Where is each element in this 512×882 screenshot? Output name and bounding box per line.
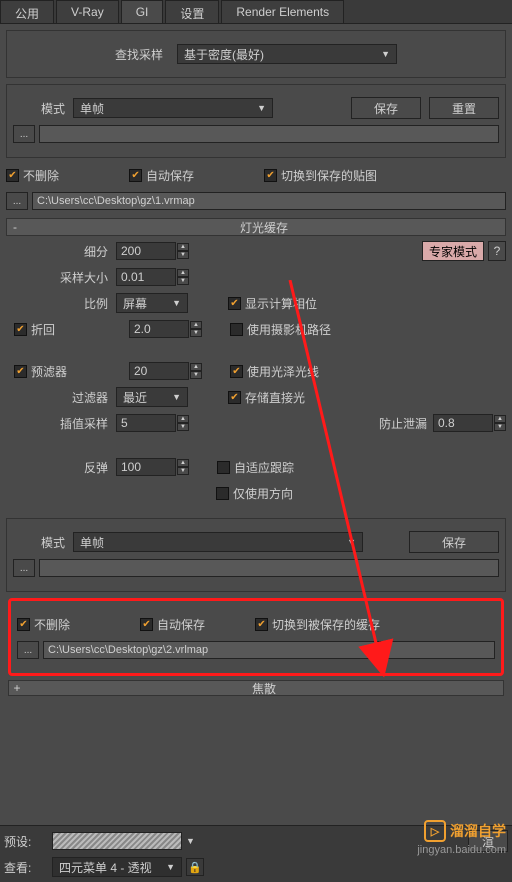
spinner-buttons[interactable]: ▲▼ [177, 269, 189, 285]
highlight-box: ✔ 不删除 ✔ 自动保存 ✔ 切换到被保存的缓存 ... C:\Users\cc… [8, 598, 504, 676]
autosave2-path: C:\Users\cc\Desktop\gz\2.vrlmap [43, 641, 495, 659]
scale-dropdown[interactable]: 屏幕▼ [116, 293, 188, 313]
section-title: 灯光缓存 [23, 219, 505, 236]
tab-common[interactable]: 公用 [0, 0, 54, 23]
switch2-label: 切换到被保存的缓存 [272, 616, 380, 633]
mode2-dropdown[interactable]: 单帧 ▼ [73, 532, 363, 552]
retrace-input[interactable]: 2.0 [129, 320, 189, 338]
sampsz-input[interactable]: 0.01 [116, 268, 176, 286]
render-button[interactable]: 渲 [468, 830, 508, 852]
spinner-buttons[interactable]: ▲▼ [190, 321, 202, 337]
retrace-label: 折回 [31, 321, 115, 338]
mode1-label: 模式 [13, 100, 73, 117]
tab-gi[interactable]: GI [121, 0, 164, 23]
bounce-label: 反弹 [6, 459, 116, 476]
switch-label: 切换到保存的贴图 [281, 167, 377, 184]
mode1-value: 单帧 [80, 100, 104, 117]
filter-dropdown[interactable]: 最近▼ [116, 387, 188, 407]
prefilter-input[interactable]: 20 [129, 362, 189, 380]
tab-settings[interactable]: 设置 [165, 0, 219, 23]
section-caustics-title: 焦散 [25, 680, 503, 697]
only-label: 仅使用方向 [233, 485, 293, 502]
spinner-buttons[interactable]: ▲▼ [494, 415, 506, 431]
retrace-checkbox[interactable]: ✔ [14, 323, 27, 336]
usecam-checkbox[interactable]: ✔ [230, 323, 243, 336]
spinner-buttons[interactable]: ▲▼ [177, 243, 189, 259]
chevron-down-icon: ▼ [381, 49, 390, 59]
save-button[interactable]: 保存 [351, 97, 421, 119]
mode2-label: 模式 [13, 534, 73, 551]
search-value: 基于密度(最好) [184, 46, 264, 63]
expand-icon: + [9, 681, 25, 695]
only-checkbox[interactable]: ✔ [216, 487, 229, 500]
collapse-icon: - [7, 220, 23, 234]
interp-input[interactable]: 5 [116, 414, 176, 432]
search-label: 查找采样 [115, 46, 171, 63]
showphase-label: 显示计算相位 [245, 295, 317, 312]
chevron-down-icon: ▼ [186, 836, 195, 846]
tab-render-elements[interactable]: Render Elements [221, 0, 344, 23]
mode1-dropdown[interactable]: 单帧 ▼ [73, 98, 273, 118]
chevron-down-icon: ▼ [172, 392, 181, 402]
autosave-path: C:\Users\cc\Desktop\gz\1.vrmap [32, 192, 506, 210]
spinner-buttons[interactable]: ▲▼ [177, 415, 189, 431]
autosave-checkbox[interactable]: ✔ [129, 169, 142, 182]
interp-label: 插值采样 [6, 415, 116, 432]
leak-label: 防止泄漏 [379, 415, 427, 432]
storedir-checkbox[interactable]: ✔ [228, 391, 241, 404]
spinner-buttons[interactable]: ▲▼ [190, 363, 202, 379]
chevron-down-icon: ▼ [347, 537, 356, 547]
reset-button[interactable]: 重置 [429, 97, 499, 119]
showphase-checkbox[interactable]: ✔ [228, 297, 241, 310]
bounce-input[interactable]: 100 [116, 458, 176, 476]
section-light-cache[interactable]: - 灯光缓存 [6, 218, 506, 236]
search-dropdown[interactable]: 基于密度(最好) ▼ [177, 44, 397, 64]
switch2-checkbox[interactable]: ✔ [255, 618, 268, 631]
scale-label: 比例 [6, 295, 116, 312]
save2-button[interactable]: 保存 [409, 531, 499, 553]
leak-input[interactable]: 0.8 [433, 414, 493, 432]
sampsz-label: 采样大小 [6, 269, 116, 286]
spinner-buttons[interactable]: ▲▼ [177, 459, 189, 475]
expert-mode-button[interactable]: 专家模式 [422, 241, 484, 261]
help-button[interactable]: ? [488, 241, 506, 261]
keep2-label: 不删除 [34, 616, 70, 633]
chevron-down-icon: ▼ [172, 298, 181, 308]
chevron-down-icon: ▼ [166, 862, 175, 872]
autosave2-label: 自动保存 [157, 616, 205, 633]
lock-icon[interactable]: 🔒 [186, 858, 204, 876]
browse-button[interactable]: ... [6, 192, 28, 210]
adaptive-label: 自适应跟踪 [234, 459, 294, 476]
subdiv-label: 细分 [6, 243, 116, 260]
browse-button[interactable]: ... [13, 125, 35, 143]
filter-label: 过滤器 [6, 389, 116, 406]
preset-dropdown[interactable] [52, 832, 182, 850]
keep-label: 不删除 [23, 167, 59, 184]
tab-vray[interactable]: V-Ray [56, 0, 119, 23]
switch-checkbox[interactable]: ✔ [264, 169, 277, 182]
storedir-label: 存储直接光 [245, 389, 305, 406]
path2-display [39, 559, 499, 577]
view-dropdown[interactable]: 四元菜单 4 - 透视 ▼ [52, 857, 182, 877]
prefilter-label: 预滤器 [31, 363, 115, 380]
useglossy-checkbox[interactable]: ✔ [230, 365, 243, 378]
prefilter-checkbox[interactable]: ✔ [14, 365, 27, 378]
section-caustics[interactable]: + 焦散 [8, 680, 504, 696]
keep-checkbox[interactable]: ✔ [6, 169, 19, 182]
path-display [39, 125, 499, 143]
keep2-checkbox[interactable]: ✔ [17, 618, 30, 631]
autosave2-checkbox[interactable]: ✔ [140, 618, 153, 631]
preset-label: 预设: [4, 833, 52, 850]
adaptive-checkbox[interactable]: ✔ [217, 461, 230, 474]
autosave-label: 自动保存 [146, 167, 194, 184]
chevron-down-icon: ▼ [257, 103, 266, 113]
browse3-button[interactable]: ... [17, 641, 39, 659]
browse2-button[interactable]: ... [13, 559, 35, 577]
useglossy-label: 使用光泽光线 [247, 363, 319, 380]
usecam-label: 使用摄影机路径 [247, 321, 331, 338]
subdiv-input[interactable]: 200 [116, 242, 176, 260]
view-label: 查看: [4, 859, 52, 876]
